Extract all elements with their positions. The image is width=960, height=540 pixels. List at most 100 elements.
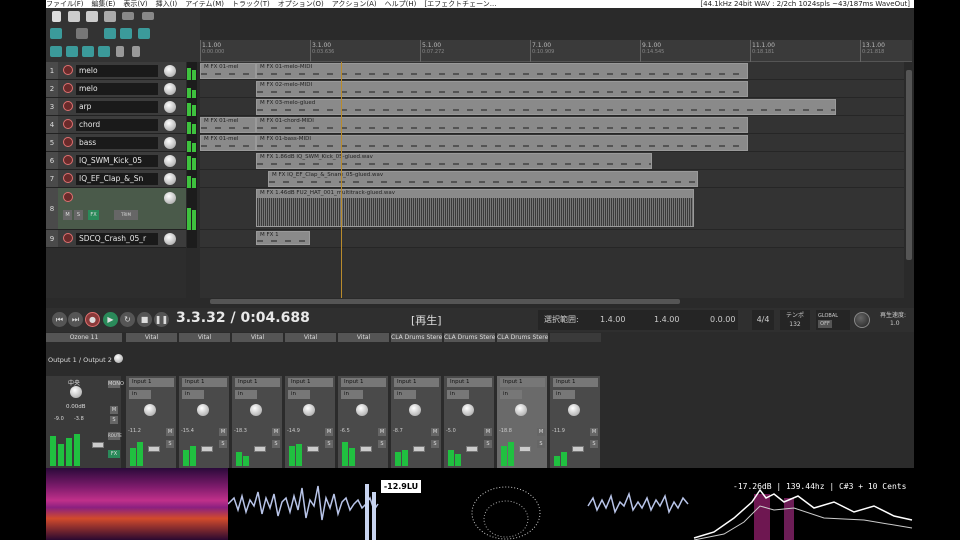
media-item[interactable]: M FX 03-melo-glued bbox=[256, 99, 836, 115]
pencil-icon[interactable] bbox=[132, 46, 140, 57]
channel-fader[interactable] bbox=[572, 446, 584, 452]
envelope-lock-icon[interactable] bbox=[138, 28, 150, 39]
channel-mute-button[interactable]: M bbox=[166, 428, 174, 436]
menu-item[interactable]: ヘルプ(H) bbox=[385, 0, 417, 8]
track-row[interactable]: 6 IQ_SWM_Kick_05 bbox=[46, 152, 197, 170]
menu-item[interactable]: アイテム(M) bbox=[185, 0, 224, 8]
master-pan-knob[interactable] bbox=[70, 386, 82, 398]
loop-icon[interactable] bbox=[98, 46, 110, 57]
record-arm-icon[interactable] bbox=[63, 173, 73, 183]
input-select[interactable]: Input 1 bbox=[394, 378, 439, 387]
track-row[interactable]: 9 SDCQ_Crash_05_r bbox=[46, 230, 197, 248]
channel-mute-button[interactable]: M bbox=[431, 428, 439, 436]
track-fx-button[interactable]: FX bbox=[88, 210, 99, 220]
media-item[interactable]: M FX 01-mel bbox=[200, 117, 256, 133]
track-name[interactable]: melo bbox=[76, 65, 158, 77]
repeat-button[interactable]: ↻ bbox=[120, 312, 135, 327]
channel-pan-knob[interactable] bbox=[515, 404, 527, 416]
channel-pan-knob[interactable] bbox=[250, 404, 262, 416]
master-fx-slot[interactable]: Ozone 11 bbox=[46, 333, 122, 342]
media-item[interactable]: M FX 01-melo-MIDI bbox=[256, 63, 748, 79]
menu-item[interactable]: 挿入(I) bbox=[156, 0, 178, 8]
master-mono-button[interactable]: MONO bbox=[108, 380, 124, 388]
item-grouping-icon[interactable] bbox=[104, 28, 116, 39]
media-item[interactable]: M FX 01-chord-MIDI bbox=[256, 117, 748, 133]
input-select[interactable]: Input 1 bbox=[235, 378, 280, 387]
track-row[interactable]: 5 bass bbox=[46, 134, 197, 152]
media-item[interactable]: M FX 1.86dB IQ_SWM_Kick_05-glued.wav bbox=[256, 153, 652, 169]
master-fx-button[interactable]: FX bbox=[108, 450, 120, 458]
channel-mute-button[interactable]: M bbox=[590, 428, 598, 436]
undo-icon[interactable] bbox=[122, 12, 134, 20]
channel-fx-slot[interactable] bbox=[550, 333, 601, 342]
channel-mute-button[interactable]: M bbox=[537, 428, 545, 436]
horizontal-scrollbar[interactable] bbox=[200, 298, 912, 306]
track-mute-button[interactable]: M bbox=[63, 210, 72, 220]
stop-button[interactable]: ■ bbox=[137, 312, 152, 327]
channel-pan-knob[interactable] bbox=[409, 404, 421, 416]
channel-solo-button[interactable]: S bbox=[166, 440, 174, 448]
menu-item[interactable]: 編集(E) bbox=[92, 0, 116, 8]
selection-start[interactable]: 1.4.00 bbox=[600, 310, 625, 330]
channel-fader[interactable] bbox=[201, 446, 213, 452]
playhead-cursor[interactable] bbox=[341, 62, 342, 298]
volume-knob[interactable] bbox=[164, 155, 176, 167]
project-settings-icon[interactable] bbox=[104, 11, 116, 22]
channel-pan-knob[interactable] bbox=[197, 404, 209, 416]
volume-knob[interactable] bbox=[164, 65, 176, 77]
input-select[interactable]: Input 1 bbox=[500, 378, 545, 387]
menu-item[interactable]: [エフェクトチェーン... bbox=[424, 0, 496, 8]
channel-solo-button[interactable]: S bbox=[484, 440, 492, 448]
global-automation-box[interactable]: GLOBAL OFF bbox=[816, 310, 850, 330]
input-mode-select[interactable]: in bbox=[182, 390, 204, 399]
channel-solo-button[interactable]: S bbox=[272, 440, 280, 448]
media-item[interactable]: M FX 01-mel bbox=[200, 63, 256, 79]
metronome-icon[interactable] bbox=[50, 28, 62, 39]
record-arm-icon[interactable] bbox=[63, 233, 73, 243]
time-signature[interactable]: 4/4 bbox=[752, 310, 774, 330]
redo-icon[interactable] bbox=[142, 12, 154, 20]
playrate-value[interactable]: 1.0 bbox=[890, 320, 900, 327]
pause-button[interactable]: ❚❚ bbox=[154, 312, 169, 327]
selection-length[interactable]: 0.0.00 bbox=[710, 310, 735, 330]
track-name[interactable]: SDCQ_Crash_05_r bbox=[76, 233, 158, 245]
global-state[interactable]: OFF bbox=[818, 320, 832, 328]
volume-knob[interactable] bbox=[164, 83, 176, 95]
input-mode-select[interactable]: in bbox=[553, 390, 575, 399]
track-name[interactable]: chord bbox=[76, 119, 158, 131]
channel-fader[interactable] bbox=[360, 446, 372, 452]
record-arm-icon[interactable] bbox=[63, 101, 73, 111]
input-mode-select[interactable]: in bbox=[288, 390, 310, 399]
input-select[interactable]: Input 1 bbox=[288, 378, 333, 387]
channel-fx-slot[interactable]: Vital bbox=[126, 333, 177, 342]
channel-fader[interactable] bbox=[148, 446, 160, 452]
tempo-value[interactable]: 132 bbox=[780, 320, 810, 329]
channel-fader[interactable] bbox=[519, 446, 531, 452]
track-name[interactable]: bass bbox=[76, 137, 158, 149]
media-item[interactable]: M FX 02-melo-MIDI bbox=[256, 81, 748, 97]
channel-mute-button[interactable]: M bbox=[219, 428, 227, 436]
channel-pan-knob[interactable] bbox=[462, 404, 474, 416]
channel-fx-slot[interactable]: Vital bbox=[285, 333, 336, 342]
volume-knob[interactable] bbox=[164, 137, 176, 149]
master-route-button[interactable]: ROUTE bbox=[108, 432, 122, 440]
new-project-icon[interactable] bbox=[52, 11, 61, 22]
channel-solo-button[interactable]: S bbox=[537, 440, 545, 448]
track-solo-button[interactable]: S bbox=[74, 210, 83, 220]
track-row[interactable]: 4 chord bbox=[46, 116, 197, 134]
channel-mute-button[interactable]: M bbox=[272, 428, 280, 436]
channel-fader[interactable] bbox=[466, 446, 478, 452]
channel-solo-button[interactable]: S bbox=[378, 440, 386, 448]
media-item[interactable]: M FX 01-bass-MIDI bbox=[256, 135, 748, 151]
volume-knob[interactable] bbox=[164, 233, 176, 245]
input-select[interactable]: Input 1 bbox=[341, 378, 386, 387]
master-fader[interactable] bbox=[92, 442, 104, 448]
channel-pan-knob[interactable] bbox=[144, 404, 156, 416]
track-name[interactable]: arp bbox=[76, 101, 158, 113]
input-mode-select[interactable]: in bbox=[341, 390, 363, 399]
track-row[interactable]: 2 melo bbox=[46, 80, 197, 98]
channel-mute-button[interactable]: M bbox=[325, 428, 333, 436]
volume-knob[interactable] bbox=[164, 173, 176, 185]
volume-knob[interactable] bbox=[164, 192, 176, 204]
track-row[interactable]: 3 arp bbox=[46, 98, 197, 116]
